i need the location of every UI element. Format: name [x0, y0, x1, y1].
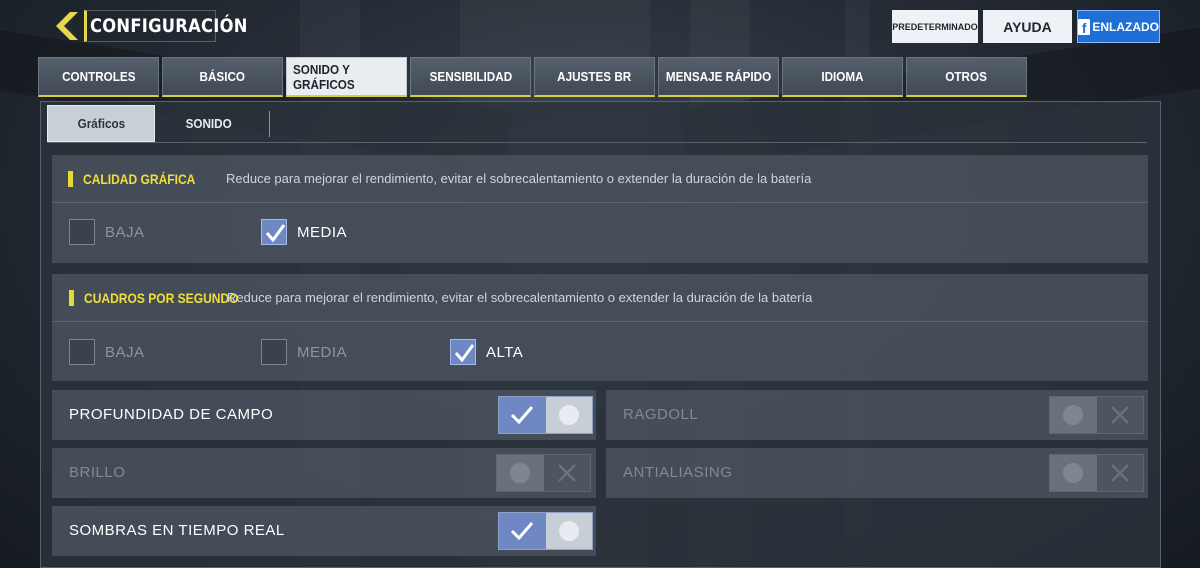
- fps-option-baja[interactable]: BAJA: [69, 339, 145, 365]
- section-header: CALIDAD GRÁFICA Reduce para mejorar el r…: [52, 155, 1148, 203]
- facebook-button-label: ENLAZADO: [1092, 19, 1159, 34]
- default-button[interactable]: PREDETERMINADO: [892, 10, 978, 43]
- close-icon: [558, 464, 576, 482]
- checkbox[interactable]: [69, 339, 95, 365]
- facebook-icon: f: [1078, 18, 1091, 35]
- toggle-knob-half: [1050, 455, 1097, 491]
- toggle-knob: [510, 463, 531, 483]
- toggle-knob: [1063, 463, 1084, 483]
- subtab-graficos[interactable]: Gráficos: [47, 105, 155, 142]
- ragdoll-row: RAGDOLL: [606, 390, 1148, 440]
- toggle-off-half: [1096, 455, 1143, 491]
- toggle-knob-half: [1050, 397, 1097, 433]
- section-header: CUADROS POR SEGUNDO Reduce para mejorar …: [52, 274, 1148, 322]
- toggle-off-half: [543, 455, 590, 491]
- subtab-label: Gráficos: [77, 116, 125, 131]
- subtab-label: SONIDO: [185, 116, 233, 131]
- section-description: Reduce para mejorar el rendimiento, evit…: [226, 171, 812, 186]
- fps-section: CUADROS POR SEGUNDO Reduce para mejorar …: [52, 274, 1148, 381]
- tab-label: MENSAJE RÁPIDO: [665, 69, 772, 84]
- subtab-divider: [269, 111, 270, 137]
- depth-of-field-row: PROFUNDIDAD DE CAMPO: [52, 390, 596, 440]
- close-icon: [1111, 464, 1129, 482]
- checkmark-icon: [511, 522, 534, 541]
- tab-basico[interactable]: BÁSICO: [162, 57, 283, 97]
- tab-label: AJUSTES BR: [557, 69, 632, 84]
- antialiasing-row: ANTIALIASING: [606, 448, 1148, 498]
- row-label: BRILLO: [69, 464, 126, 481]
- tab-label: SONIDO Y GRÁFICOS: [292, 61, 355, 92]
- tab-label: OTROS: [945, 69, 988, 84]
- tab-label: BÁSICO: [199, 69, 246, 84]
- toggle-knob: [1063, 405, 1084, 425]
- toggle-knob: [558, 521, 579, 541]
- section-title: CALIDAD GRÁFICA: [68, 171, 214, 187]
- row-label: RAGDOLL: [623, 406, 699, 423]
- row-label: SOMBRAS EN TIEMPO REAL: [69, 522, 285, 539]
- facebook-linked-button[interactable]: f ENLAZADO: [1077, 10, 1160, 43]
- checkmark-icon: [265, 224, 286, 243]
- graphics-quality-section: CALIDAD GRÁFICA Reduce para mejorar el r…: [52, 155, 1148, 263]
- back-arrow-icon[interactable]: [52, 10, 82, 42]
- row-label: PROFUNDIDAD DE CAMPO: [69, 406, 274, 423]
- tab-sonido-graficos[interactable]: SONIDO Y GRÁFICOS: [286, 57, 407, 97]
- tab-label: SENSIBILIDAD: [429, 69, 512, 84]
- tab-sensibilidad[interactable]: SENSIBILIDAD: [410, 57, 531, 97]
- brightness-toggle[interactable]: [496, 454, 591, 492]
- option-label: ALTA: [486, 343, 524, 361]
- option-label: BAJA: [105, 343, 145, 361]
- row-label: ANTIALIASING: [623, 464, 733, 481]
- fps-option-alta[interactable]: ALTA: [450, 339, 523, 365]
- quality-option-media[interactable]: MEDIA: [261, 219, 347, 245]
- help-button-label: AYUDA: [1003, 18, 1052, 35]
- ragdoll-toggle[interactable]: [1049, 396, 1144, 434]
- tab-otros[interactable]: OTROS: [906, 57, 1027, 97]
- help-button[interactable]: AYUDA: [983, 10, 1072, 43]
- checkbox-checked[interactable]: [450, 339, 476, 365]
- tab-label: CONTROLES: [61, 69, 136, 84]
- default-button-label: PREDETERMINADO: [892, 21, 978, 32]
- antialiasing-toggle[interactable]: [1049, 454, 1144, 492]
- depth-of-field-toggle[interactable]: [498, 396, 593, 434]
- page-title: CONFIGURACIÓN: [90, 15, 248, 37]
- tab-ajustes-br[interactable]: AJUSTES BR: [534, 57, 655, 97]
- divider: [47, 142, 1147, 143]
- realtime-shadows-row: SOMBRAS EN TIEMPO REAL: [52, 506, 596, 556]
- option-label: MEDIA: [297, 223, 348, 241]
- subtab-sonido[interactable]: SONIDO: [155, 105, 263, 142]
- checkmark-icon: [454, 344, 475, 363]
- sub-tab-bar: Gráficos SONIDO: [47, 105, 270, 142]
- toggle-knob-half: [545, 513, 592, 549]
- main-tab-bar: CONTROLES BÁSICO SONIDO Y GRÁFICOS SENSI…: [38, 57, 1030, 97]
- checkbox[interactable]: [261, 339, 287, 365]
- toggle-knob-half: [545, 397, 592, 433]
- tab-idioma[interactable]: IDIOMA: [782, 57, 903, 97]
- toggle-knob: [558, 405, 579, 425]
- checkmark-icon: [511, 406, 534, 425]
- checkbox[interactable]: [69, 219, 95, 245]
- tab-mensaje-rapido[interactable]: MENSAJE RÁPIDO: [658, 57, 779, 97]
- fps-option-media[interactable]: MEDIA: [261, 339, 347, 365]
- checkbox-checked[interactable]: [261, 219, 287, 245]
- toggle-on-half: [499, 513, 546, 549]
- brightness-row: BRILLO: [52, 448, 596, 498]
- close-icon: [1111, 406, 1129, 424]
- toggle-off-half: [1096, 397, 1143, 433]
- toggle-on-half: [499, 397, 546, 433]
- option-label: MEDIA: [297, 343, 348, 361]
- option-label: BAJA: [105, 223, 145, 241]
- tab-label: IDIOMA: [821, 69, 864, 84]
- toggle-knob-half: [497, 455, 544, 491]
- section-description: Reduce para mejorar el rendimiento, evit…: [227, 290, 813, 305]
- quality-option-baja[interactable]: BAJA: [69, 219, 145, 245]
- tab-controles[interactable]: CONTROLES: [38, 57, 159, 97]
- realtime-shadows-toggle[interactable]: [498, 512, 593, 550]
